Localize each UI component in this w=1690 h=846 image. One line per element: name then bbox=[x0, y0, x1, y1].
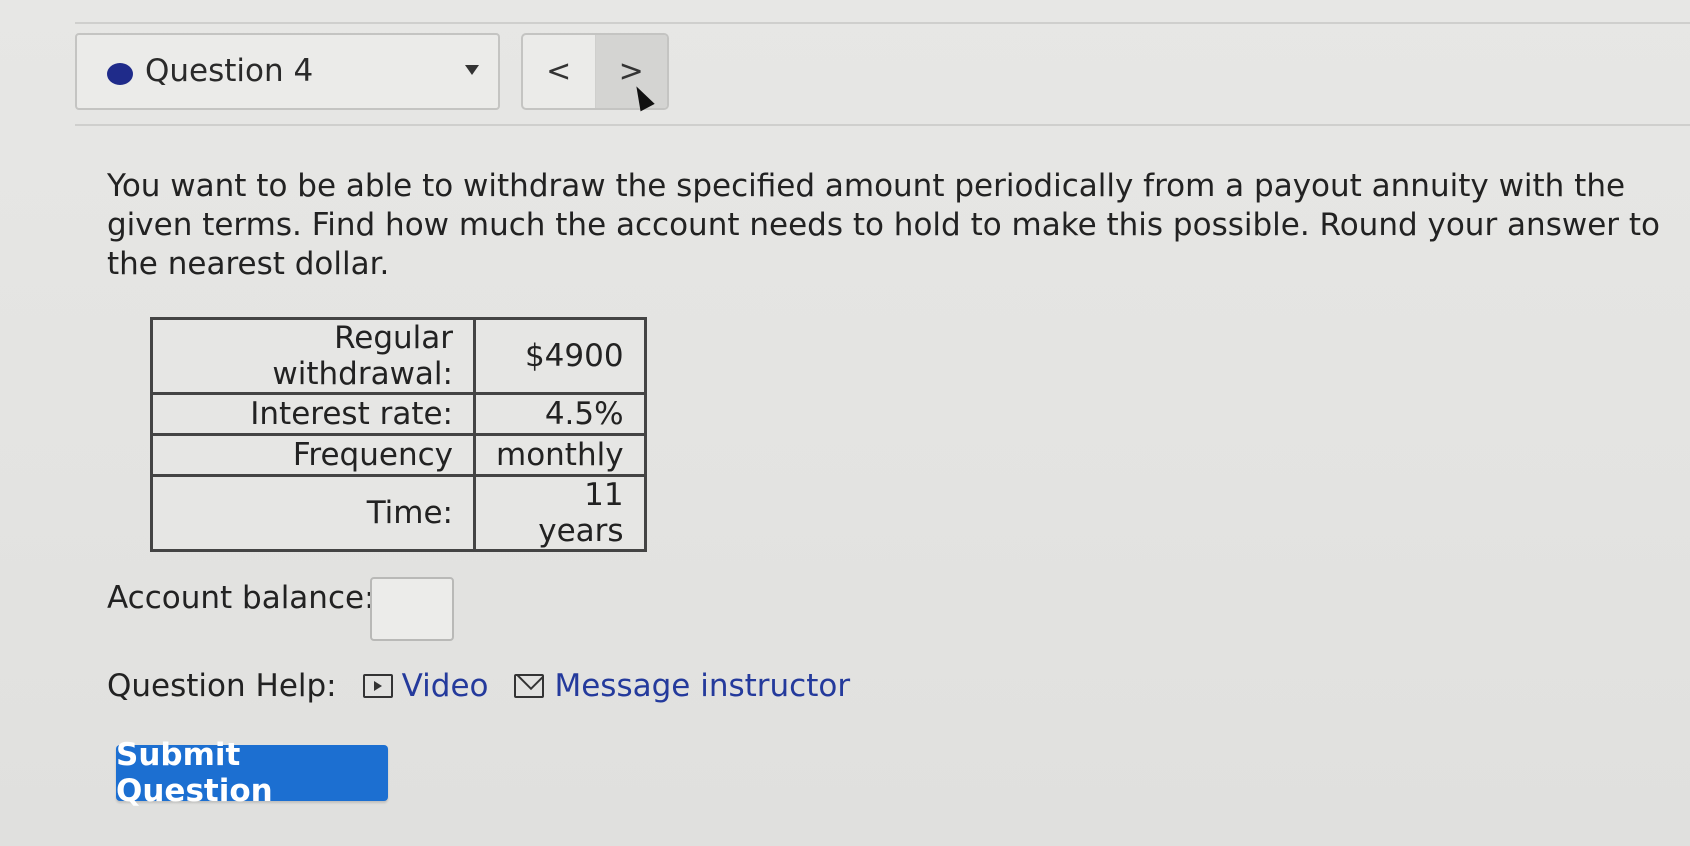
top-divider bbox=[75, 22, 1690, 24]
annuity-terms-table: Regular withdrawal: $4900 Interest rate:… bbox=[150, 317, 647, 552]
video-link[interactable]: Video bbox=[362, 668, 489, 704]
table-row: Regular withdrawal: $4900 bbox=[150, 317, 647, 395]
question-label: Question 4 bbox=[145, 53, 314, 89]
video-icon bbox=[362, 674, 393, 698]
row-value: 11 years bbox=[473, 474, 647, 552]
question-help-label: Question Help: bbox=[107, 668, 337, 704]
status-dot-icon bbox=[107, 63, 133, 85]
message-instructor-link[interactable]: Message instructor bbox=[514, 668, 850, 704]
page: Question 4 < > You want to be able to wi… bbox=[0, 0, 1690, 846]
table-row: Time: 11 years bbox=[150, 474, 647, 552]
table-row: Interest rate: 4.5% bbox=[150, 392, 647, 436]
row-label: Time: bbox=[150, 474, 476, 552]
row-label: Interest rate: bbox=[150, 392, 476, 436]
account-balance-input[interactable] bbox=[370, 577, 454, 641]
row-value: $4900 bbox=[473, 317, 647, 395]
row-value: 4.5% bbox=[473, 392, 647, 436]
question-prompt: You want to be able to withdraw the spec… bbox=[107, 168, 1660, 282]
question-help: Question Help: Video Message instructor bbox=[107, 668, 850, 704]
previous-question-button[interactable]: < bbox=[523, 35, 596, 108]
section-divider bbox=[75, 124, 1690, 126]
row-value: monthly bbox=[473, 433, 647, 477]
video-link-label: Video bbox=[401, 668, 489, 704]
account-balance-label: Account balance: $ bbox=[107, 580, 405, 616]
submit-question-button[interactable]: Submit Question bbox=[116, 737, 388, 809]
question-selector[interactable]: Question 4 bbox=[75, 33, 500, 110]
table-row: Frequency monthly bbox=[150, 433, 647, 477]
next-question-button[interactable]: > bbox=[595, 35, 667, 108]
mail-icon bbox=[514, 674, 545, 698]
message-instructor-label: Message instructor bbox=[554, 668, 851, 704]
row-label: Frequency bbox=[150, 433, 476, 477]
row-label: Regular withdrawal: bbox=[150, 317, 476, 395]
chevron-down-icon bbox=[465, 65, 479, 75]
